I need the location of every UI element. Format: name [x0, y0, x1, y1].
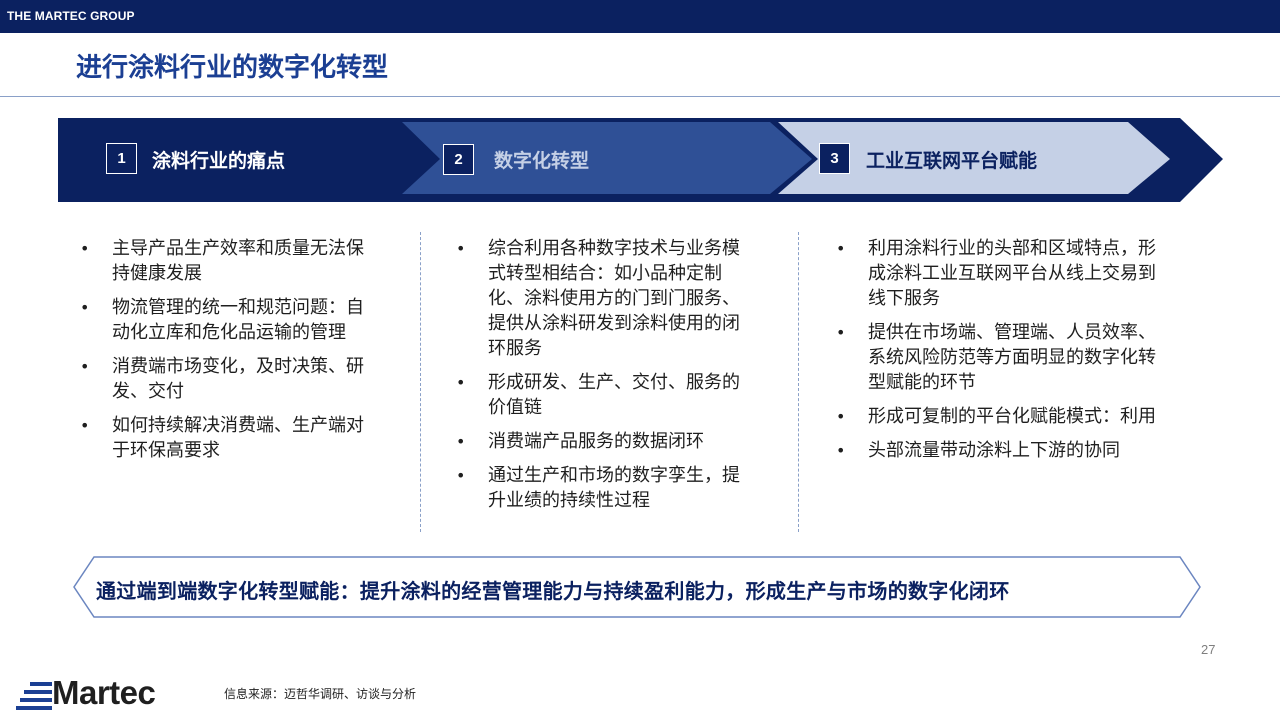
bullet-item: 如何持续解决消费端、生产端对于环保高要求 — [80, 413, 380, 463]
title-divider — [0, 96, 1280, 97]
column-divider — [798, 232, 799, 532]
column-digital-transformation: 综合利用各种数字技术与业务模式转型相结合：如小品种定制化、涂料使用方的门到门服务… — [456, 236, 756, 522]
step-3-number: 3 — [819, 143, 850, 174]
column-platform-enablement: 利用涂料行业的头部和区域特点，形成涂料工业互联网平台从线上交易到线下服务 提供在… — [836, 236, 1172, 472]
bullet-item: 通过生产和市场的数字孪生，提升业绩的持续性过程 — [456, 463, 756, 513]
bullet-item: 形成研发、生产、交付、服务的价值链 — [456, 370, 756, 420]
step-1-label: 涂料行业的痛点 — [152, 150, 286, 172]
conclusion-text: 通过端到端数字化转型赋能：提升涂料的经营管理能力与持续盈利能力，形成生产与市场的… — [96, 579, 1010, 603]
bullet-item: 消费端产品服务的数据闭环 — [456, 429, 756, 454]
column-divider — [420, 232, 421, 532]
bullet-item: 形成可复制的平台化赋能模式：利用 — [836, 404, 1172, 429]
top-bar: THE MARTEC GROUP — [0, 0, 1280, 33]
bullet-item: 综合利用各种数字技术与业务模式转型相结合：如小品种定制化、涂料使用方的门到门服务… — [456, 236, 756, 361]
step-1-number: 1 — [106, 143, 137, 174]
step-2-number: 2 — [443, 144, 474, 175]
martec-logo-icon — [16, 682, 52, 710]
brand-name: THE MARTEC GROUP — [7, 9, 135, 23]
bullet-item: 消费端市场变化，及时决策、研发、交付 — [80, 354, 380, 404]
bullet-item: 主导产品生产效率和质量无法保持健康发展 — [80, 236, 380, 286]
bullet-item: 头部流量带动涂料上下游的协同 — [836, 438, 1172, 463]
step-2-label: 数字化转型 — [494, 150, 590, 172]
column-pain-points: 主导产品生产效率和质量无法保持健康发展 物流管理的统一和规范问题：自动化立库和危… — [80, 236, 380, 472]
bullet-item: 提供在市场端、管理端、人员效率、系统风险防范等方面明显的数字化转型赋能的环节 — [836, 320, 1172, 395]
logo-wordmark: Martec — [52, 674, 156, 711]
step-3-label: 工业互联网平台赋能 — [866, 150, 1038, 172]
bullet-item: 利用涂料行业的头部和区域特点，形成涂料工业互联网平台从线上交易到线下服务 — [836, 236, 1172, 311]
source-note: 信息来源：迈哲华调研、访谈与分析 — [224, 687, 417, 701]
bullet-item: 物流管理的统一和规范问题：自动化立库和危化品运输的管理 — [80, 295, 380, 345]
page-number: 27 — [1201, 642, 1216, 657]
page-title: 进行涂料行业的数字化转型 — [76, 53, 389, 83]
